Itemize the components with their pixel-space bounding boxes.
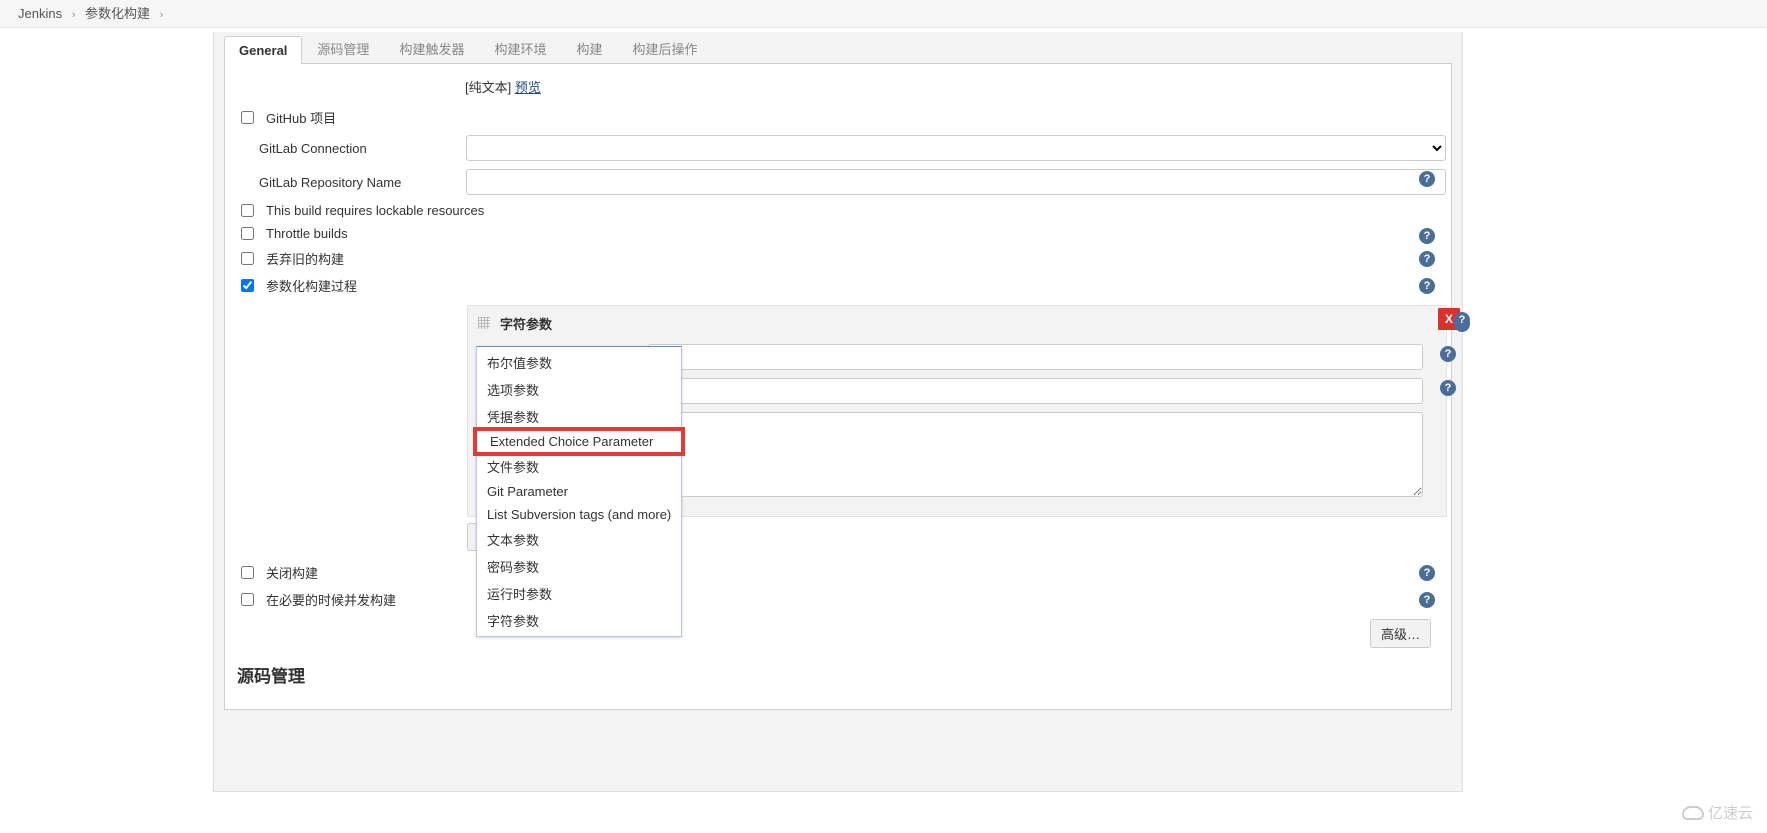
dropdown-item-credentials[interactable]: 凭据参数: [477, 403, 681, 430]
config-tabs: General 源码管理 构建触发器 构建环境 构建 构建后操作: [224, 32, 1452, 64]
parameterized-text: 参数化构建过程: [266, 276, 357, 295]
dropdown-item-password[interactable]: 密码参数: [477, 553, 681, 580]
disable-checkbox[interactable]: [241, 566, 254, 579]
advanced-row: 高级…: [235, 613, 1441, 648]
parameterized-label[interactable]: 参数化构建过程: [241, 276, 357, 295]
plaintext-label: [纯文本]: [465, 80, 515, 95]
discard-checkbox[interactable]: [241, 252, 254, 265]
dropdown-item-run[interactable]: 运行时参数: [477, 580, 681, 607]
section-source-management: 源码管理: [235, 648, 1441, 689]
row-parameterized: 参数化构建过程 ?: [235, 272, 1441, 299]
dropdown-item-boolean[interactable]: 布尔值参数: [477, 349, 681, 376]
gitlab-connection-text: GitLab Connection: [259, 141, 367, 156]
parameter-block: X 字符参数 ? ? ? ? 布尔值参数: [467, 305, 1447, 517]
dropdown-item-svn-tags[interactable]: List Subversion tags (and more): [477, 503, 681, 526]
row-gitlab-repo: GitLab Repository Name ?: [235, 165, 1441, 199]
throttle-label[interactable]: Throttle builds: [241, 226, 348, 241]
row-disable: 关闭构建 ?: [235, 559, 1441, 586]
help-icon[interactable]: ?: [1454, 312, 1470, 328]
gitlab-repo-label: GitLab Repository Name: [241, 175, 466, 190]
advanced-button[interactable]: 高级…: [1370, 619, 1431, 648]
config-page: General 源码管理 构建触发器 构建环境 构建 构建后操作 [纯文本] 预…: [213, 32, 1463, 792]
parameter-title: 字符参数: [500, 314, 552, 333]
throttle-text: Throttle builds: [266, 226, 348, 241]
tab-triggers[interactable]: 构建触发器: [384, 32, 479, 64]
help-icon[interactable]: ?: [1419, 592, 1435, 608]
lockable-checkbox[interactable]: [241, 204, 254, 217]
row-lockable: This build requires lockable resources: [235, 199, 1441, 222]
dropdown-item-extended-choice[interactable]: Extended Choice Parameter: [474, 428, 684, 455]
gitlab-repo-input[interactable]: [466, 169, 1446, 195]
help-icon[interactable]: ?: [1419, 278, 1435, 294]
config-content: [纯文本] 预览 GitHub 项目 GitLab Connection Git…: [224, 64, 1452, 710]
plaintext-row: [纯文本] 预览: [465, 74, 1441, 104]
concurrent-label[interactable]: 在必要的时候并发构建: [241, 590, 396, 609]
param-name-input[interactable]: [648, 344, 1423, 370]
tab-build[interactable]: 构建: [561, 32, 617, 64]
add-parameter-dropdown: 布尔值参数 选项参数 凭据参数 Extended Choice Paramete…: [476, 346, 682, 637]
tab-general[interactable]: General: [224, 36, 302, 64]
cloud-icon: [1682, 806, 1704, 820]
help-icon[interactable]: ?: [1419, 171, 1435, 187]
github-project-checkbox[interactable]: [241, 111, 254, 124]
preview-link[interactable]: 预览: [515, 80, 541, 95]
row-throttle: Throttle builds ?: [235, 222, 1441, 245]
row-gitlab-connection: GitLab Connection: [235, 131, 1441, 165]
discard-text: 丢弃旧的构建: [266, 249, 344, 268]
tab-postbuild[interactable]: 构建后操作: [617, 32, 712, 64]
row-concurrent: 在必要的时候并发构建 ?: [235, 586, 1441, 613]
lockable-text: This build requires lockable resources: [266, 203, 484, 218]
gitlab-connection-label: GitLab Connection: [241, 141, 466, 156]
dropdown-item-file[interactable]: 文件参数: [477, 453, 681, 480]
dropdown-item-text[interactable]: 文本参数: [477, 526, 681, 553]
help-icon[interactable]: ?: [1419, 565, 1435, 581]
gitlab-connection-select[interactable]: [466, 135, 1446, 161]
tab-environment[interactable]: 构建环境: [479, 32, 561, 64]
help-icon[interactable]: ?: [1419, 251, 1435, 267]
row-github-project: GitHub 项目: [235, 104, 1441, 131]
drag-handle-icon[interactable]: [478, 317, 490, 329]
throttle-checkbox[interactable]: [241, 227, 254, 240]
dropdown-item-string[interactable]: 字符参数: [477, 607, 681, 634]
dropdown-item-choice[interactable]: 选项参数: [477, 376, 681, 403]
row-discard: 丢弃旧的构建 ?: [235, 245, 1441, 272]
lockable-label[interactable]: This build requires lockable resources: [241, 203, 484, 218]
github-project-text: GitHub 项目: [266, 108, 336, 127]
dropdown-item-git[interactable]: Git Parameter: [477, 480, 681, 503]
disable-label[interactable]: 关闭构建: [241, 563, 318, 582]
parameter-header: 字符参数: [468, 306, 1446, 340]
help-icon[interactable]: ?: [1419, 228, 1435, 244]
param-desc-textarea[interactable]: [648, 412, 1423, 497]
help-icon[interactable]: ?: [1440, 380, 1456, 396]
watermark: 亿速云: [1682, 802, 1753, 823]
help-icon[interactable]: ?: [1440, 346, 1456, 362]
parameterized-checkbox[interactable]: [241, 279, 254, 292]
concurrent-text: 在必要的时候并发构建: [266, 590, 396, 609]
breadcrumb: Jenkins › 参数化构建 ›: [0, 0, 1767, 28]
breadcrumb-item[interactable]: Jenkins: [18, 6, 62, 21]
discard-label[interactable]: 丢弃旧的构建: [241, 249, 344, 268]
gitlab-repo-text: GitLab Repository Name: [259, 175, 401, 190]
tab-scm[interactable]: 源码管理: [302, 32, 384, 64]
concurrent-checkbox[interactable]: [241, 593, 254, 606]
chevron-right-icon: ›: [160, 9, 164, 21]
disable-text: 关闭构建: [266, 563, 318, 582]
breadcrumb-item[interactable]: 参数化构建: [85, 6, 150, 21]
chevron-right-icon: ›: [72, 9, 76, 21]
github-project-label[interactable]: GitHub 项目: [241, 108, 466, 127]
param-default-input[interactable]: [648, 378, 1423, 404]
watermark-text: 亿速云: [1708, 802, 1753, 823]
